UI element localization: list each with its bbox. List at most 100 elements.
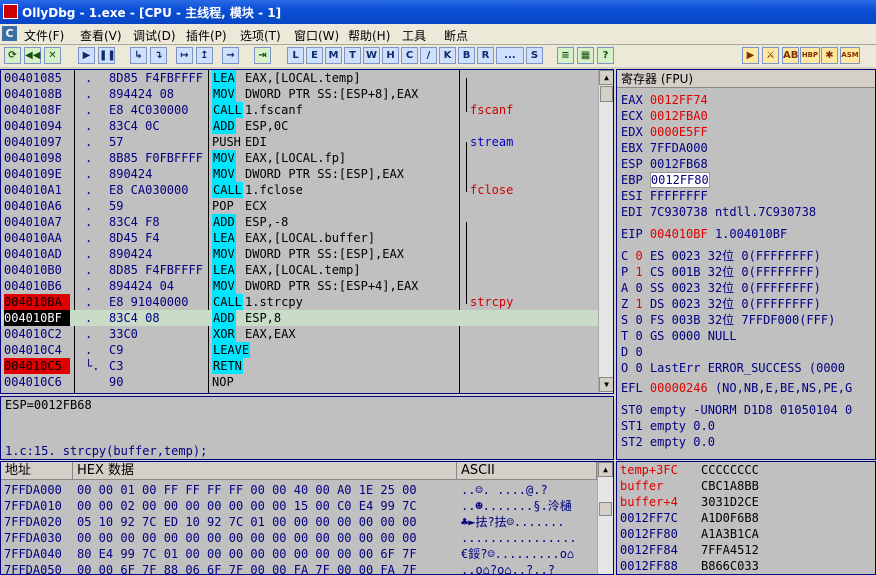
disassembly-row[interactable]: 004010A6. 59 POP ECX (1, 198, 598, 214)
execute-till-return-button[interactable]: → (222, 47, 239, 64)
disassembly-row[interactable]: 00401094. 83C4 0C ADD ESP,0C (1, 118, 598, 134)
disassembly-row[interactable]: 004010B0. 8D85 F4FBFFFF LEA EAX,[LOCAL.temp… (1, 262, 598, 278)
dump-header-ascii[interactable]: ASCII (457, 462, 597, 480)
menu-view[interactable]: 查看(V) (80, 27, 122, 44)
dump-header-hex[interactable]: HEX 数据 (73, 462, 457, 480)
pause-button[interactable]: ❚❚ (98, 47, 116, 64)
plugin-run-button[interactable]: ▶ (742, 47, 759, 64)
trace-into-button[interactable]: ↦ (176, 47, 193, 64)
menu-options[interactable]: 选项(T) (240, 27, 281, 44)
disassembly-row[interactable]: 0040108B. 894424 08 MOV DWORD PTR SS:[ESP+8… (1, 86, 598, 102)
disassembly-row[interactable]: 00401098. 8B85 F0FBFFFF MOV EAX,[LOCAL.fp] (1, 150, 598, 166)
run-trace-button[interactable]: ... (496, 47, 524, 64)
dump-row[interactable]: 7FFDA000 00 00 01 00 FF FF FF FF 00 00 40… (1, 482, 597, 498)
menu-window[interactable]: 窗口(W) (294, 27, 339, 44)
stack-row[interactable]: 0012FF88 B866C033 (617, 558, 875, 574)
register-value[interactable]: 0012FF80 (649, 172, 710, 188)
title-bar[interactable]: OllyDbg - 1.exe - [CPU - 主线程, 模块 - 1] (0, 0, 876, 24)
scroll-thumb[interactable] (599, 502, 612, 516)
registers-header[interactable]: 寄存器 (FPU) (617, 70, 875, 88)
go-to-button[interactable]: ⇥ (254, 47, 271, 64)
fpu-register[interactable]: ST1 empty 0.0 (621, 419, 715, 433)
flag-value[interactable]: 0 (635, 329, 642, 343)
hbp-button[interactable]: HBP (800, 47, 820, 64)
flag-value[interactable]: 1 (635, 297, 642, 311)
registers-pane[interactable]: 寄存器 (FPU) EAX 0012FF74 ECX 0012FBA0 EDX 00… (616, 69, 876, 460)
trace-over-button[interactable]: ↥ (196, 47, 213, 64)
step-over-button[interactable]: ↴ (150, 47, 167, 64)
call-stack-button[interactable]: K (439, 47, 456, 64)
disassembly-row[interactable]: 004010BF. 83C4 08 ADD ESP,8 (1, 310, 598, 326)
scroll-down-button[interactable]: ▼ (599, 377, 613, 392)
disassembly-row[interactable]: 004010C6 90 NOP (1, 374, 598, 390)
source-button[interactable]: S (526, 47, 543, 64)
threads-button[interactable]: T (344, 47, 361, 64)
menu-tools[interactable]: 工具 (402, 27, 426, 44)
options-list-button[interactable]: ≡ (557, 47, 574, 64)
log-window-button[interactable]: L (287, 47, 304, 64)
handles-button[interactable]: H (382, 47, 399, 64)
disassembly-row[interactable]: 004010BA. E8 91040000 CALL 1.strcpy strcpy (1, 294, 598, 310)
register-value[interactable]: 004010BF (650, 227, 708, 241)
disassembly-row[interactable]: 00401097. 57 PUSH EDI stream (1, 134, 598, 150)
menu-debug[interactable]: 调试(D) (133, 27, 176, 44)
stack-pane[interactable]: temp+3FC CCCCCCCC buffer CBC1A8BB buffer+4 30… (616, 461, 876, 575)
disassembly-row[interactable]: 0040109E. 890424 MOV DWORD PTR SS:[ESP],EAX (1, 166, 598, 182)
memory-button[interactable]: M (325, 47, 342, 64)
flag-value[interactable]: 0 (635, 249, 642, 263)
memory-dump-pane[interactable]: 地址 HEX 数据 ASCII 7FFDA000 00 00 01 00 FF F… (0, 461, 614, 575)
flag-value[interactable]: 0 (635, 345, 642, 359)
flag-value[interactable]: 0 (635, 313, 642, 327)
flag-value[interactable]: 1 (635, 265, 642, 279)
register-value[interactable]: FFFFFFFF (650, 189, 708, 203)
register-value[interactable]: 0012FBA0 (650, 109, 708, 123)
dump-row[interactable]: 7FFDA020 05 10 92 7C ED 10 92 7C 01 00 00… (1, 514, 597, 530)
menu-plugins[interactable]: 插件(P) (186, 27, 227, 44)
fpu-register[interactable]: ST0 empty -UNORM D1D8 01050104 0 (621, 403, 852, 417)
stack-row[interactable]: temp+3FC CCCCCCCC (617, 462, 875, 478)
menu-file[interactable]: 文件(F) (24, 27, 64, 44)
asm-button[interactable]: ASM (840, 47, 860, 64)
restart-button[interactable]: ⟳ (4, 47, 21, 64)
dump-header-address[interactable]: 地址 (1, 462, 73, 480)
run-button[interactable]: ▶ (78, 47, 95, 64)
scroll-up-button[interactable]: ▲ (598, 462, 613, 477)
menu-breakpoints[interactable]: 断点 (444, 27, 468, 44)
windows-button[interactable]: W (363, 47, 380, 64)
breakpoints-button[interactable]: B (458, 47, 475, 64)
patches-button[interactable]: / (420, 47, 437, 64)
references-button[interactable]: R (477, 47, 494, 64)
rewind-button[interactable]: ◀◀ (24, 47, 41, 64)
executables-button[interactable]: E (306, 47, 323, 64)
dump-row[interactable]: 7FFDA030 00 00 00 00 00 00 00 00 00 00 00… (1, 530, 597, 546)
info-pane[interactable]: ESP=0012FB68 1.c:15. strcpy(buffer,temp)… (0, 396, 614, 460)
plugin-ab-button[interactable]: AB (782, 47, 799, 64)
cpu-window-icon[interactable]: C (2, 26, 17, 41)
disassembly-row[interactable]: 004010A1. E8 CA030000 CALL 1.fclose fclose (1, 182, 598, 198)
menu-help[interactable]: 帮助(H) (348, 27, 390, 44)
stack-row[interactable]: 0012FF84 7FFA4512 (617, 542, 875, 558)
disassembly-row[interactable]: 004010C5 └. C3 RETN (1, 358, 598, 374)
register-value[interactable]: 7C930738 (650, 205, 708, 219)
register-value[interactable]: 0000E5FF (650, 125, 708, 139)
help-button[interactable]: ? (597, 47, 614, 64)
flag-value[interactable]: 0 (635, 361, 642, 375)
register-value[interactable]: 0012FF74 (650, 93, 708, 107)
dump-row[interactable]: 7FFDA040 80 E4 99 7C 01 00 00 00 00 00 00… (1, 546, 597, 562)
disassembly-row[interactable]: 004010B6. 894424 04 MOV DWORD PTR SS:[ESP+4… (1, 278, 598, 294)
fpu-register[interactable]: ST2 empty 0.0 (621, 435, 715, 449)
disassembly-pane[interactable]: 00401085. 8D85 F4FBFFFF LEA EAX,[LOCAL.temp… (0, 69, 614, 394)
plugin-star-button[interactable]: ✱ (821, 47, 838, 64)
close-button[interactable]: ✕ (44, 47, 61, 64)
register-value[interactable]: 00000246 (650, 381, 708, 395)
register-value[interactable]: 0012FB68 (650, 157, 708, 171)
stack-row[interactable]: buffer+4 3031D2CE (617, 494, 875, 510)
plugin-cross-button[interactable]: ⚔ (762, 47, 779, 64)
stack-row[interactable]: buffer CBC1A8BB (617, 478, 875, 494)
disassembly-row[interactable]: 004010A7. 83C4 F8 ADD ESP,-8 (1, 214, 598, 230)
disassembly-row[interactable]: 004010C4. C9 LEAVE (1, 342, 598, 358)
step-into-button[interactable]: ↳ (130, 47, 147, 64)
flag-value[interactable]: 0 (635, 281, 642, 295)
disassembly-row[interactable]: 00401085. 8D85 F4FBFFFF LEA EAX,[LOCAL.temp… (1, 70, 598, 86)
disassembly-row[interactable]: 004010C2. 33C0 XOR EAX,EAX (1, 326, 598, 342)
